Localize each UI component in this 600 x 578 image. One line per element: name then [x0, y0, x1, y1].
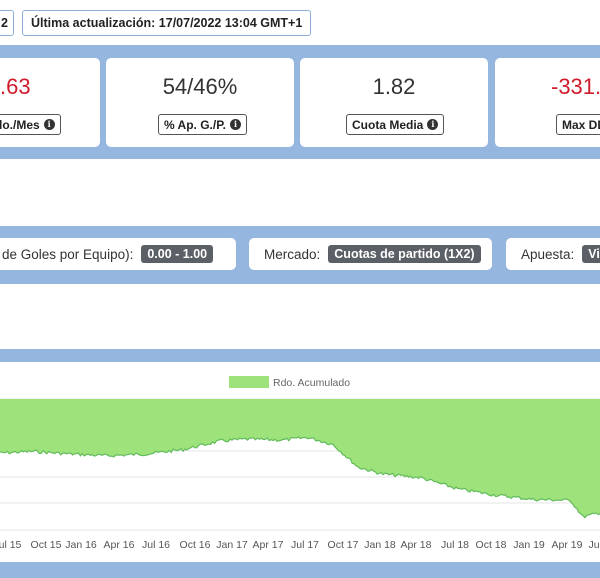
cumulative-result-chart: Rdo. Acumulado ul 15 Oct 15 Jan 16 Apr 16 Ju…: [0, 376, 600, 551]
stat-value: 1.82: [372, 74, 416, 99]
filter-market[interactable]: Mercado: Cuotas de partido (1X2): [249, 238, 492, 270]
chart-legend[interactable]: Rdo. Acumulado: [229, 376, 350, 389]
x-tick-label: Ju: [588, 539, 599, 551]
stat-value: 54/46%: [162, 74, 238, 99]
x-tick-label: Oct 16: [180, 539, 211, 551]
x-tick-label: Jan 17: [216, 539, 248, 551]
stat-card-win-loss: 54/46% % Ap. G./P. i: [106, 58, 294, 147]
chart-band-top: [0, 349, 600, 362]
filter-goals-label: de Goles por Equipo):: [2, 246, 134, 262]
stat-label[interactable]: Cuota Media i: [346, 114, 445, 135]
x-tick-label: Oct 17: [328, 539, 359, 551]
x-tick-label: Jul 16: [142, 539, 170, 551]
filter-bet-label: Apuesta:: [521, 246, 575, 262]
info-icon[interactable]: i: [43, 119, 55, 130]
filter-bet[interactable]: Apuesta: Vi: [506, 238, 600, 270]
stat-label[interactable]: % Ap. G./P. i: [158, 114, 248, 135]
filter-market-value: Cuotas de partido (1X2): [328, 245, 481, 263]
legend-label: Rdo. Acumulado: [273, 377, 350, 389]
stat-card-monthly: .63 do./Mesi: [0, 58, 100, 147]
x-tick-label: Jan 19: [513, 539, 545, 551]
last-update-text: Última actualización: 17/07/2022 13:04 G…: [31, 16, 303, 30]
x-tick-label: Apr 17: [253, 539, 284, 551]
filter-goals-value: 0.00 - 1.00: [141, 245, 214, 263]
x-tick-label: Jul 18: [441, 539, 469, 551]
stat-value: -331.: [551, 74, 600, 99]
x-tick-label: Apr 19: [552, 539, 583, 551]
stat-label[interactable]: do./Mesi: [0, 114, 61, 135]
filter-market-label: Mercado:: [264, 246, 321, 262]
x-tick-label: Jan 18: [364, 539, 396, 551]
chart-band-bottom: [0, 562, 600, 578]
header-fragment: 2: [0, 10, 14, 36]
area-fill: [0, 399, 600, 518]
legend-swatch: [229, 376, 269, 388]
stat-label[interactable]: Max DD: [556, 114, 600, 135]
last-update-badge: Última actualización: 17/07/2022 13:04 G…: [22, 10, 312, 36]
x-tick-label: Jul 17: [291, 539, 319, 551]
filter-goals[interactable]: de Goles por Equipo): 0.00 - 1.00: [0, 238, 236, 270]
x-tick-label: Oct 18: [476, 539, 507, 551]
info-icon[interactable]: i: [230, 119, 242, 130]
x-tick-label: Oct 15: [31, 539, 62, 551]
chart-container: Rdo. Acumulado ul 15 Oct 15 Jan 16 Apr 16 Ju…: [0, 362, 600, 562]
x-tick-label: Apr 16: [104, 539, 135, 551]
x-tick-label: Jan 16: [65, 539, 97, 551]
x-tick-label: Apr 18: [401, 539, 432, 551]
filter-bet-value: Vi: [582, 245, 600, 263]
stat-value: .63: [0, 74, 31, 99]
x-tick-label: ul 15: [0, 539, 22, 551]
stat-card-max-dd: -331. Max DD: [495, 58, 600, 147]
info-icon[interactable]: i: [427, 119, 439, 130]
stat-card-avg-odds: 1.82 Cuota Media i: [300, 58, 488, 147]
